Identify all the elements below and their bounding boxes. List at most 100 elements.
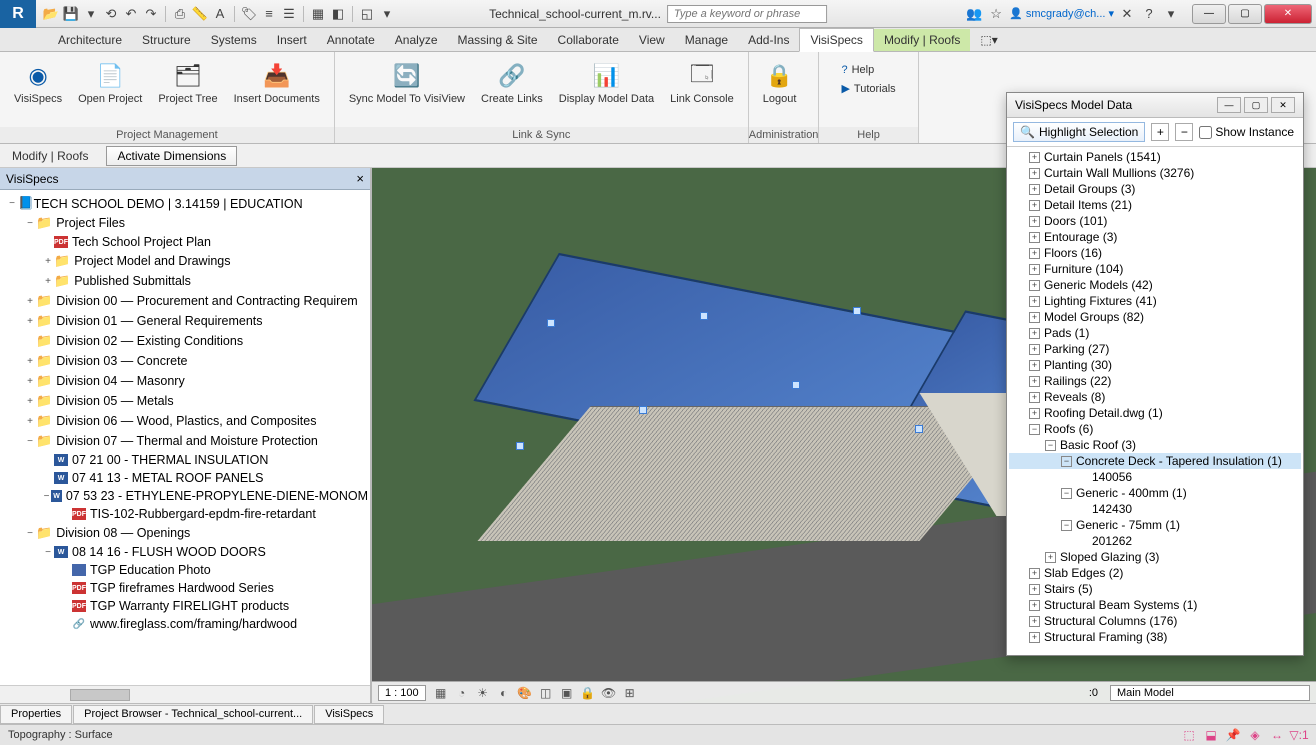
maximize-button[interactable]: ▢ (1228, 4, 1262, 24)
exchange-icon[interactable]: ✕ (1118, 5, 1136, 23)
model-data-item[interactable]: +Structural Beam Systems (1) (1009, 597, 1301, 613)
open-icon[interactable]: 📂 (42, 5, 60, 23)
main-model-selector[interactable]: Main Model (1110, 685, 1310, 701)
select-pinned-icon[interactable]: 📌 (1224, 727, 1242, 743)
insert-documents-button[interactable]: 📥Insert Documents (226, 56, 328, 109)
model-data-item[interactable]: +Sloped Glazing (3) (1009, 549, 1301, 565)
tab-architecture[interactable]: Architecture (48, 29, 132, 51)
tree-item[interactable]: −📁Division 07 — Thermal and Moisture Pro… (2, 431, 368, 451)
tab-massing-site[interactable]: Massing & Site (448, 29, 548, 51)
model-data-item[interactable]: +Lighting Fixtures (41) (1009, 293, 1301, 309)
bottom-tab-visispecs[interactable]: VisiSpecs (314, 705, 384, 724)
app-logo[interactable]: R (0, 0, 36, 28)
lock-icon[interactable]: 🔒 (579, 685, 597, 701)
chevron-down-icon[interactable]: ▾ (1162, 5, 1180, 23)
model-data-item[interactable]: +Roofing Detail.dwg (1) (1009, 405, 1301, 421)
close-button[interactable]: ✕ (1264, 4, 1312, 24)
panel-close-button[interactable]: ✕ (1271, 97, 1295, 113)
bottom-tab-project[interactable]: Project Browser - Technical_school-curre… (73, 705, 313, 724)
model-data-item[interactable]: −Concrete Deck - Tapered Insulation (1) (1009, 453, 1301, 469)
reveal-icon[interactable]: ⊞ (621, 685, 639, 701)
model-data-item[interactable]: −Basic Roof (3) (1009, 437, 1301, 453)
model-data-title-bar[interactable]: VisiSpecs Model Data — ▢ ✕ (1007, 93, 1303, 118)
redo-icon[interactable]: ↷ (142, 5, 160, 23)
text-icon[interactable]: A (211, 5, 229, 23)
logout-button[interactable]: 🔒Logout (755, 56, 805, 109)
tree-item[interactable]: −W08 14 16 - FLUSH WOOD DOORS (2, 543, 368, 561)
render-icon[interactable]: 🎨 (516, 685, 534, 701)
highlight-selection-button[interactable]: 🔍 Highlight Selection (1013, 122, 1145, 142)
model-data-item[interactable]: +Furniture (104) (1009, 261, 1301, 277)
horizontal-scrollbar[interactable] (0, 685, 370, 703)
expand-button[interactable]: + (1151, 123, 1169, 141)
print-icon[interactable]: ⎙ (171, 5, 189, 23)
tree-item[interactable]: PDFTGP fireframes Hardwood Series (2, 579, 368, 597)
panel-minimize-button[interactable]: — (1217, 97, 1241, 113)
search-input[interactable] (667, 5, 827, 23)
tree-item[interactable]: 🔗www.fireglass.com/framing/hardwood (2, 615, 368, 633)
visispecs-button[interactable]: ◉VisiSpecs (6, 56, 70, 109)
model-data-tree[interactable]: +Curtain Panels (1541)+Curtain Wall Mull… (1007, 147, 1303, 655)
model-data-item[interactable]: +Railings (22) (1009, 373, 1301, 389)
model-data-item[interactable]: +Pads (1) (1009, 325, 1301, 341)
align-icon[interactable]: ≡ (260, 5, 278, 23)
list-icon[interactable]: ☰ (280, 5, 298, 23)
model-data-item[interactable]: +Model Groups (82) (1009, 309, 1301, 325)
star-icon[interactable]: ☆ (987, 5, 1005, 23)
sync-model-to-visiview-button[interactable]: 🔄Sync Model To VisiView (341, 56, 473, 109)
tree-item[interactable]: −📁Project Files (2, 213, 368, 233)
model-data-item[interactable]: −Roofs (6) (1009, 421, 1301, 437)
tab-visispecs[interactable]: VisiSpecs (799, 28, 873, 52)
chevron-down-icon[interactable]: ▾ (82, 5, 100, 23)
tab-modify-roofs[interactable]: Modify | Roofs (874, 29, 970, 51)
model-data-item[interactable]: 142430 (1009, 501, 1301, 517)
tab-structure[interactable]: Structure (132, 29, 201, 51)
tree-item[interactable]: +📁Division 06 — Wood, Plastics, and Comp… (2, 411, 368, 431)
tag-icon[interactable]: 🏷 (240, 5, 258, 23)
tree-item[interactable]: −W07 53 23 - ETHYLENE-PROPYLENE-DIENE-MO… (2, 487, 368, 505)
tutorials-button[interactable]: ▶ Tutorials (841, 82, 895, 95)
shadows-icon[interactable]: ◐ (495, 685, 513, 701)
tree-item[interactable]: +📁Project Model and Drawings (2, 251, 368, 271)
model-data-item[interactable]: +Generic Models (42) (1009, 277, 1301, 293)
tab-annotate[interactable]: Annotate (317, 29, 385, 51)
autodesk-icon[interactable]: 👥 (965, 5, 983, 23)
tab-analyze[interactable]: Analyze (385, 29, 448, 51)
link-console-button[interactable]: 🗔Link Console (662, 56, 742, 109)
model-data-item[interactable]: +Structural Framing (38) (1009, 629, 1301, 645)
panel-close-button[interactable]: × (356, 171, 364, 186)
model-data-item[interactable]: −Generic - 75mm (1) (1009, 517, 1301, 533)
undo-icon[interactable]: ↶ (122, 5, 140, 23)
tree-item[interactable]: PDFTIS-102-Rubbergard-epdm-fire-retardan… (2, 505, 368, 523)
filter-icon[interactable]: ▽:1 (1290, 727, 1308, 743)
drag-icon[interactable]: ↔ (1268, 727, 1286, 743)
project-tree[interactable]: −📘 TECH SCHOOL DEMO | 3.14159 | EDUCATIO… (0, 190, 370, 685)
model-data-item[interactable]: +Entourage (3) (1009, 229, 1301, 245)
help-icon[interactable]: ? (1140, 5, 1158, 23)
section-icon[interactable]: ◧ (329, 5, 347, 23)
model-data-item[interactable]: +Curtain Panels (1541) (1009, 149, 1301, 165)
model-data-item[interactable]: +Parking (27) (1009, 341, 1301, 357)
open-project-button[interactable]: 📄Open Project (70, 56, 150, 109)
temp-hide-icon[interactable]: 👁 (600, 685, 618, 701)
crop-icon[interactable]: ◫ (537, 685, 555, 701)
tree-item[interactable]: W07 41 13 - METAL ROOF PANELS (2, 469, 368, 487)
tree-item[interactable]: +📁Division 04 — Masonry (2, 371, 368, 391)
select-face-icon[interactable]: ◈ (1246, 727, 1264, 743)
tree-item[interactable]: +📁Division 03 — Concrete (2, 351, 368, 371)
save-icon[interactable]: 💾 (62, 5, 80, 23)
select-links-icon[interactable]: ⬓ (1202, 727, 1220, 743)
show-instance-checkbox[interactable]: Show Instance (1199, 125, 1294, 139)
select-icon[interactable]: ⬚ (1180, 727, 1198, 743)
tab-manage[interactable]: Manage (675, 29, 738, 51)
model-data-item[interactable]: +Detail Groups (3) (1009, 181, 1301, 197)
display-model-data-button[interactable]: 📊Display Model Data (551, 56, 662, 109)
tree-item[interactable]: +📁Division 01 — General Requirements (2, 311, 368, 331)
help-button[interactable]: ? Help (841, 64, 895, 76)
activate-dimensions-button[interactable]: Activate Dimensions (106, 146, 237, 166)
sync-icon[interactable]: ⟲ (102, 5, 120, 23)
tab-collaborate[interactable]: Collaborate (548, 29, 629, 51)
tab-systems[interactable]: Systems (201, 29, 267, 51)
tree-item[interactable]: −📁Division 08 — Openings (2, 523, 368, 543)
tree-item[interactable]: +📁Division 00 — Procurement and Contract… (2, 291, 368, 311)
